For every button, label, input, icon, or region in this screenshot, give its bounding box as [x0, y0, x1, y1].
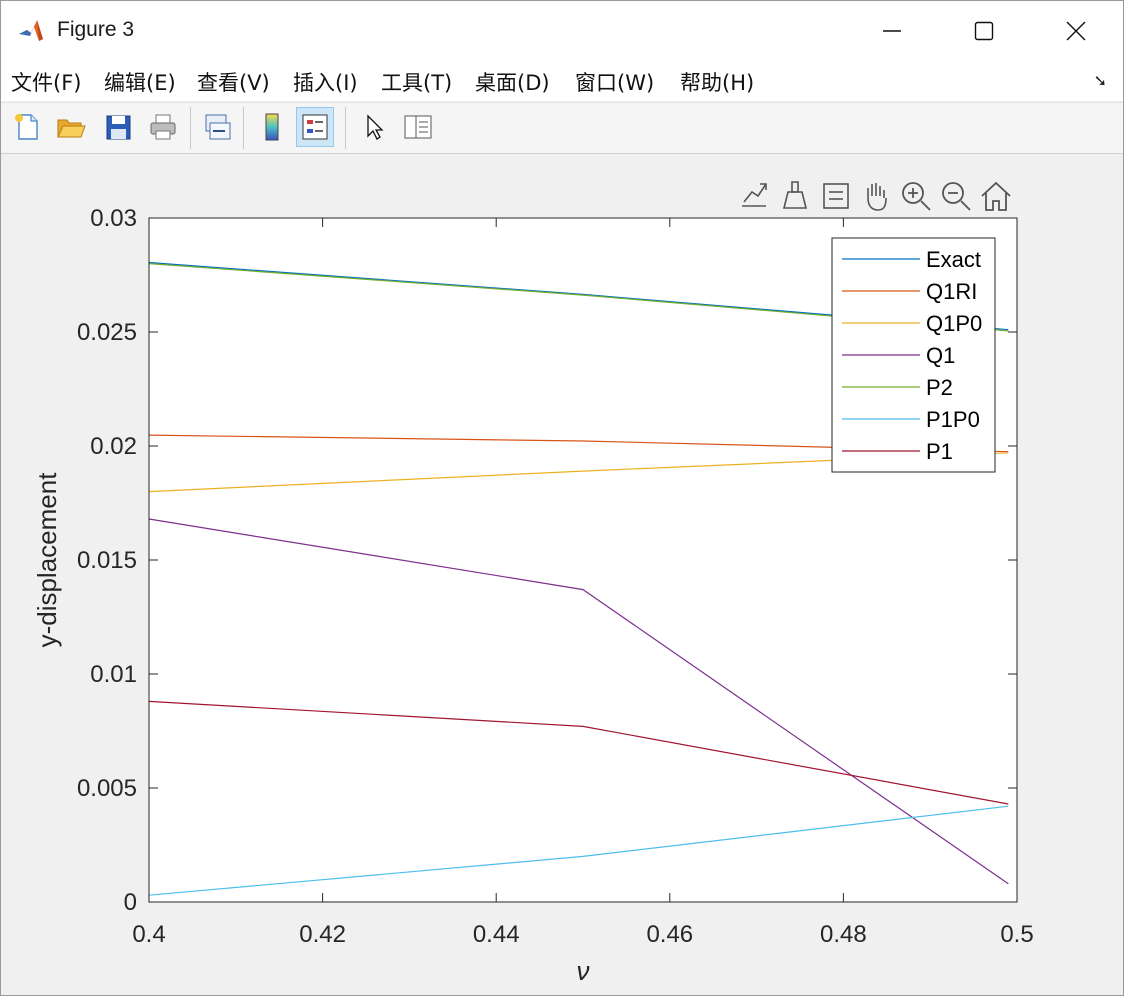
x-tick-label: 0.46 — [646, 921, 693, 948]
y-tick-label: 0 — [124, 889, 137, 916]
legend-label: P2 — [926, 375, 953, 400]
x-tick-label: 0.4 — [132, 921, 165, 948]
y-tick-label: 0.02 — [90, 433, 137, 460]
x-tick-label: 0.48 — [820, 921, 867, 948]
y-tick-label: 0.005 — [77, 775, 137, 802]
y-axis-label: y-displacement — [32, 472, 62, 648]
y-tick-label: 0.03 — [90, 205, 137, 232]
legend-label: P1 — [926, 439, 953, 464]
y-tick-label: 0.025 — [77, 319, 137, 346]
legend-label: Exact — [926, 247, 981, 272]
legend-label: P1P0 — [926, 407, 980, 432]
line-chart: 0.4 0.42 0.44 0.46 0.48 0.5 0 0.005 0.01 0.015 0.0… — [32, 205, 1034, 986]
x-tick-label: 0.44 — [473, 921, 520, 948]
y-tick-label: 0.01 — [90, 661, 137, 688]
y-tick-label: 0.015 — [77, 547, 137, 574]
x-axis-label: ν — [577, 956, 590, 986]
x-tick-label: 0.5 — [1000, 921, 1033, 948]
legend-label: Q1 — [926, 343, 955, 368]
legend[interactable]: Exact Q1RI Q1P0 Q1 P2 P1P0 P1 — [831, 237, 996, 473]
legend-label: Q1P0 — [926, 311, 982, 336]
figure-window: Figure 3 文件(F) 编辑(E) 查看(V) 插入(I) 工具(T) 桌… — [0, 0, 1124, 996]
legend-label: Q1RI — [926, 279, 977, 304]
x-tick-label: 0.42 — [299, 921, 346, 948]
